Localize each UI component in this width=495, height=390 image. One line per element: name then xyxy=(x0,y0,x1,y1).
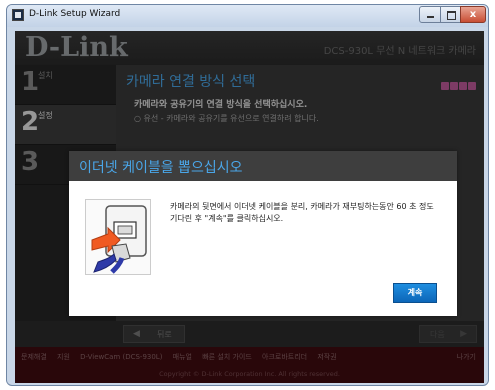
unplug-ethernet-dialog: 이더넷 케이블을 뽑으십시오 카메라의 뒷면에서 이더넷 케이블을 분리, 카메… xyxy=(69,151,457,316)
dialog-message: 카메라의 뒷면에서 이더넷 케이블을 분리, 카메라가 재부팅하는동안 60 초… xyxy=(170,202,434,223)
dialog-header: 이더넷 케이블을 뽑으십시오 xyxy=(69,151,457,181)
window-title: D-Link Setup Wizard xyxy=(29,9,121,19)
maximize-button[interactable] xyxy=(440,6,461,23)
continue-button[interactable]: 계속 xyxy=(393,283,437,303)
dialog-title: 이더넷 케이블을 뽑으십시오 xyxy=(79,160,243,176)
title-bar: D-Link Setup Wizard x xyxy=(7,5,488,27)
app-icon xyxy=(12,9,24,21)
close-button[interactable]: x xyxy=(460,6,486,23)
wizard-app: D-Link DCS-930L 무선 N 네트워크 카메라 1 설치 2 설정 … xyxy=(15,31,484,383)
setup-wizard-window: D-Link Setup Wizard x D-Link DCS-930L 무선… xyxy=(6,4,489,386)
unplug-cable-illustration-icon xyxy=(85,199,151,275)
minimize-button[interactable] xyxy=(419,6,441,23)
close-icon: x xyxy=(469,9,477,20)
